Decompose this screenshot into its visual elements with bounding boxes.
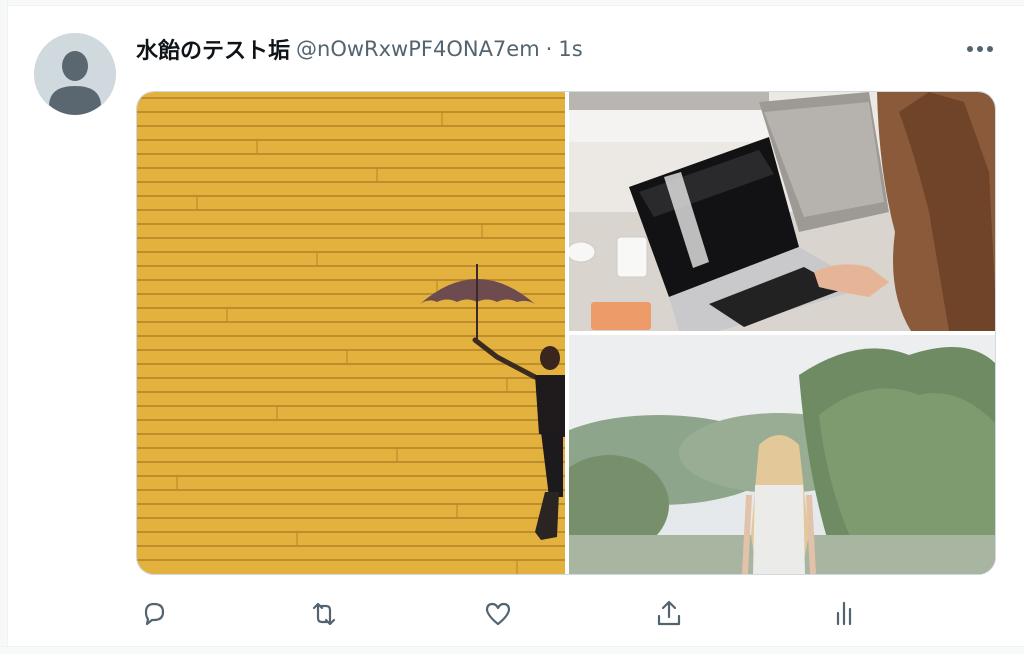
tweet-actions xyxy=(136,596,856,632)
user-handle[interactable]: @nOwRxwPF4ONA7em xyxy=(296,37,540,61)
heart-icon xyxy=(485,602,511,626)
more-options-icon xyxy=(967,46,993,52)
photo-umbrella-woman[interactable] xyxy=(137,92,565,574)
timeline-border-left xyxy=(0,0,8,653)
photo-woman-nature[interactable] xyxy=(569,335,995,574)
reply-button[interactable] xyxy=(136,596,172,632)
share-icon xyxy=(657,600,681,626)
reply-icon xyxy=(144,602,165,626)
share-button[interactable] xyxy=(651,596,687,632)
avatar[interactable] xyxy=(34,33,116,115)
photo-laptop-work[interactable] xyxy=(569,92,995,331)
timeline-divider-top xyxy=(0,0,1024,6)
retweet-icon xyxy=(312,602,336,626)
separator-dot: · xyxy=(545,37,553,61)
like-button[interactable] xyxy=(480,596,516,632)
more-options-button[interactable] xyxy=(962,34,998,64)
tweet-header: 水飴のテスト垢 @nOwRxwPF4ONA7em · 1s xyxy=(136,33,583,65)
retweet-button[interactable] xyxy=(306,596,342,632)
analytics-icon xyxy=(836,601,852,626)
default-profile-icon xyxy=(34,33,116,115)
analytics-button[interactable] xyxy=(826,596,862,632)
tweet-card[interactable]: 水飴のテスト垢 @nOwRxwPF4ONA7em · 1s xyxy=(0,0,1024,654)
timestamp[interactable]: 1s xyxy=(558,37,582,61)
media-grid xyxy=(136,91,996,575)
display-name[interactable]: 水飴のテスト垢 xyxy=(136,33,290,65)
